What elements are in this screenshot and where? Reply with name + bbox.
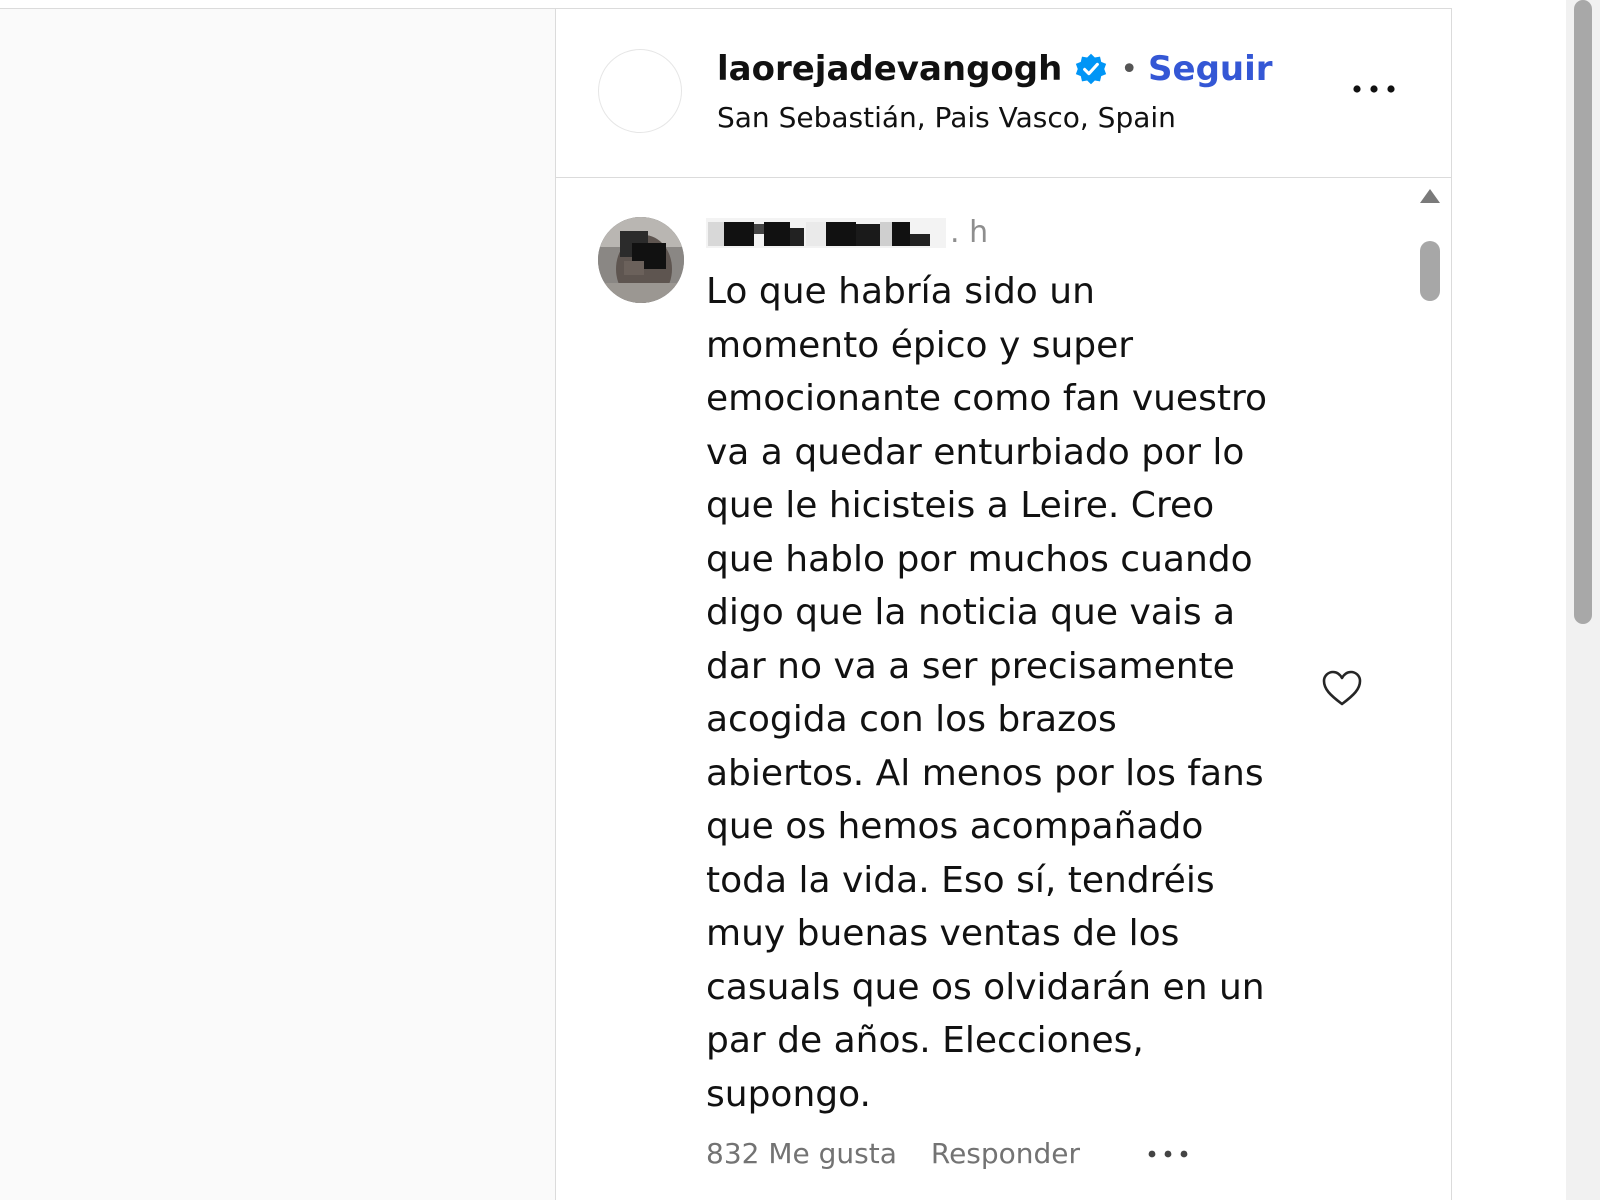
follow-button[interactable]: Seguir (1148, 49, 1273, 89)
comments-list: . h Lo que habría sido un momento épico … (556, 177, 1451, 1201)
comment-line: toda la vida. Eso sí, tendréis (706, 859, 1215, 901)
commenter-avatar-image (598, 217, 684, 303)
page-scrollbar[interactable] (1566, 0, 1600, 1200)
comment-line: abiertos. Al menos por los fans (706, 752, 1264, 794)
author-line: laorejadevangogh • Seguir (717, 49, 1273, 89)
comment-line: digo que la noticia que vais a (706, 592, 1236, 633)
comment-line: par de años. Elecciones, (706, 1020, 1144, 1061)
post-location[interactable]: San Sebastián, Pais Vasco, Spain (717, 101, 1176, 134)
comment-line: dar no va a ser precisamente (706, 645, 1235, 687)
comment-meta: . h (706, 215, 988, 250)
post-sidebar: laorejadevangogh • Seguir San Sebastián,… (555, 8, 1452, 1200)
verified-badge-icon (1076, 53, 1107, 85)
redacted-username (706, 217, 946, 248)
comment-line: emocionante como fan vuestro (706, 378, 1267, 419)
comment-line: va a quedar enturbiado por lo (706, 431, 1245, 473)
scroll-up-arrow-icon[interactable] (1418, 187, 1442, 205)
comment-more-options-icon[interactable] (1146, 1147, 1190, 1161)
media-area (0, 9, 555, 1200)
comment-likes-count[interactable]: 832 Me gusta (706, 1137, 897, 1170)
comment-line: momento épico y super (706, 324, 1134, 366)
separator-dot: • (1120, 51, 1139, 87)
post-header: laorejadevangogh • Seguir San Sebastián,… (556, 9, 1451, 178)
more-options-icon[interactable] (1351, 77, 1397, 101)
comment-line: que hablo por muchos cuando (706, 538, 1253, 580)
reply-button[interactable]: Responder (931, 1137, 1080, 1170)
comment-line: muy buenas ventas de los (706, 913, 1180, 954)
comment-line: casuals que os olvidarán en un (706, 966, 1265, 1008)
heart-icon[interactable] (1321, 669, 1363, 707)
comments-scrollbar-thumb[interactable] (1420, 241, 1440, 301)
comment-line: Lo que habría sido un (706, 271, 1095, 312)
author-username[interactable]: laorejadevangogh (717, 49, 1062, 89)
author-avatar[interactable] (598, 49, 682, 133)
comment-timestamp: . h (950, 215, 989, 250)
comment-line: que os hemos acompañado (706, 806, 1204, 847)
comment-actions: 832 Me gusta Responder (706, 1137, 1190, 1170)
comment-text: Lo que habría sido un momento épico y su… (706, 265, 1306, 1121)
comment-line: acogida con los brazos (706, 699, 1117, 740)
comment-line: supongo. (706, 1073, 871, 1115)
comment-line: que le hicisteis a Leire. Creo (706, 485, 1215, 526)
page-scrollbar-thumb[interactable] (1574, 0, 1592, 624)
commenter-avatar[interactable] (598, 217, 684, 303)
